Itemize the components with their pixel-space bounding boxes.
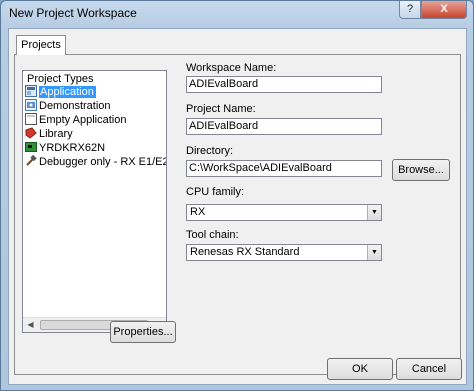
list-item-debugger-only[interactable]: Debugger only - RX E1/E20 S xyxy=(25,155,166,170)
list-item-demonstration[interactable]: Demonstration xyxy=(25,99,166,114)
library-icon xyxy=(25,127,37,139)
window-title: New Project Workspace xyxy=(9,6,137,20)
demonstration-icon xyxy=(25,99,37,111)
project-types-header: Project Types xyxy=(27,73,94,85)
cancel-button[interactable]: Cancel xyxy=(396,358,462,380)
hammer-icon xyxy=(25,155,37,167)
application-icon xyxy=(25,85,37,97)
project-types-list[interactable]: Project Types Application Demonstration … xyxy=(22,70,167,333)
horizontal-scrollbar[interactable]: ◀ ▶ xyxy=(23,317,166,332)
scroll-right-icon[interactable]: ▶ xyxy=(151,318,166,332)
board-icon xyxy=(25,141,37,153)
ok-button[interactable]: OK xyxy=(327,358,393,380)
scroll-left-icon[interactable]: ◀ xyxy=(23,318,38,332)
list-item-application[interactable]: Application xyxy=(25,85,166,100)
list-item-library[interactable]: Library xyxy=(25,127,166,142)
dialog-window: New Project Workspace ? X Projects Proje… xyxy=(0,0,474,391)
close-button[interactable]: X xyxy=(421,1,467,19)
tab-projects[interactable]: Projects xyxy=(16,35,66,55)
list-item-yrdkrx62n[interactable]: YRDKRX62N xyxy=(25,141,166,156)
list-item-empty-application[interactable]: Empty Application xyxy=(25,113,166,128)
help-button[interactable]: ? xyxy=(399,1,421,19)
empty-application-icon xyxy=(25,113,37,125)
scrollbar-thumb[interactable] xyxy=(40,320,148,330)
dialog-client: Projects Project Types Application Demon… xyxy=(8,28,467,385)
